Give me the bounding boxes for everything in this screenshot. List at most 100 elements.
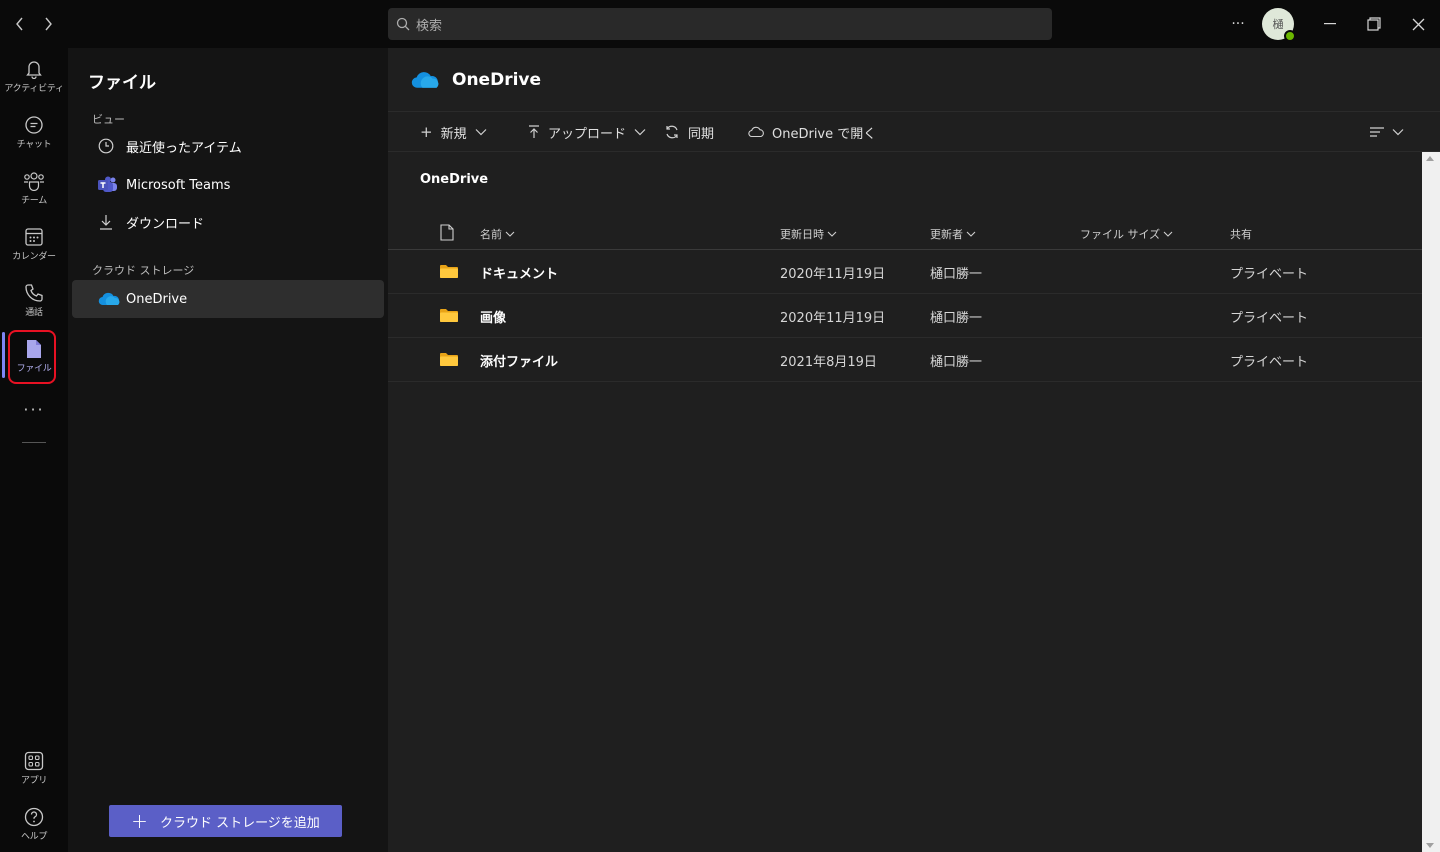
- file-modified: 2021年8月19日: [780, 354, 877, 370]
- title-bar: 検索 ··· 樋: [0, 0, 1440, 48]
- avatar-initial: 樋: [1272, 18, 1284, 31]
- table-row[interactable]: 画像 2020年11月19日 樋口勝一 プライベート: [388, 294, 1422, 338]
- column-header-modified[interactable]: 更新日時: [780, 226, 837, 242]
- view-item-label: ダウンロード: [126, 216, 205, 232]
- table-row[interactable]: ドキュメント 2020年11月19日 樋口勝一 プライベート: [388, 250, 1422, 294]
- add-cloud-storage-button[interactable]: + クラウド ストレージを追加: [109, 805, 342, 837]
- file-modified: 2020年11月19日: [780, 266, 886, 282]
- plus-icon: +: [131, 809, 148, 833]
- search-input[interactable]: 検索: [388, 8, 1052, 40]
- rail-label: チャット: [16, 139, 52, 150]
- rail-item-activity[interactable]: アクティビティ: [0, 48, 68, 104]
- rail-label: 通話: [25, 307, 43, 318]
- scroll-up-arrow-icon[interactable]: [1426, 156, 1434, 161]
- file-sharing: プライベート: [1230, 266, 1309, 282]
- help-icon: [24, 807, 44, 826]
- add-storage-label: クラウド ストレージを追加: [159, 815, 320, 831]
- rail-divider: [22, 442, 46, 443]
- file-name[interactable]: ドキュメント: [480, 250, 558, 294]
- back-arrow-icon[interactable]: [8, 12, 32, 36]
- restore-icon[interactable]: [1362, 12, 1386, 36]
- column-header-label: ファイル サイズ: [1080, 228, 1161, 241]
- chat-icon: [25, 115, 43, 134]
- cloud-section-label: クラウド ストレージ: [92, 264, 195, 277]
- rail-item-calendar[interactable]: カレンダー: [0, 216, 68, 272]
- open-label: OneDrive で開く: [772, 126, 877, 142]
- scroll-down-arrow-icon[interactable]: [1426, 843, 1434, 848]
- file-sharing: プライベート: [1230, 310, 1309, 326]
- more-options-button[interactable]: ···: [1226, 12, 1250, 36]
- download-icon: [98, 214, 120, 230]
- view-item-label: 最近使ったアイテム: [126, 140, 242, 156]
- folder-icon: [440, 309, 458, 322]
- new-button[interactable]: + 新規: [420, 112, 487, 152]
- file-name[interactable]: 添付ファイル: [480, 338, 558, 382]
- minimize-icon[interactable]: [1318, 12, 1342, 36]
- column-header-modified-by[interactable]: 更新者: [930, 226, 976, 242]
- file-name[interactable]: 画像: [480, 294, 506, 338]
- sync-icon: [666, 125, 678, 139]
- avatar[interactable]: 樋: [1262, 8, 1296, 42]
- rail-label: チーム: [21, 195, 47, 206]
- file-modified-by: 樋口勝一: [930, 266, 983, 282]
- table-header: 名前 更新日時 更新者 ファイル サイズ 共有: [388, 220, 1422, 250]
- chevron-down-icon: [827, 231, 837, 237]
- view-item-recent[interactable]: 最近使ったアイテム: [72, 128, 384, 164]
- chevron-down-icon: [505, 231, 515, 237]
- rail-label: アクティビティ: [4, 83, 64, 94]
- rail-label: アプリ: [20, 775, 48, 786]
- column-header-label: 更新日時: [780, 228, 824, 241]
- plus-icon: +: [420, 123, 433, 141]
- rail-label: カレンダー: [12, 251, 56, 262]
- column-header-label: 共有: [1230, 228, 1252, 241]
- file-sharing: プライベート: [1230, 354, 1309, 370]
- new-label: 新規: [440, 126, 467, 142]
- folder-icon: [440, 265, 458, 278]
- column-header-size[interactable]: ファイル サイズ: [1080, 226, 1173, 242]
- upload-icon: [529, 125, 539, 138]
- rail-item-chat[interactable]: チャット: [0, 104, 68, 160]
- apps-icon: [24, 751, 44, 770]
- panel-title: ファイル: [88, 73, 156, 93]
- vertical-scrollbar[interactable]: [1422, 152, 1440, 852]
- files-highlight-box: [8, 330, 56, 384]
- file-type-header-icon[interactable]: [440, 224, 454, 241]
- onedrive-icon: [411, 71, 439, 88]
- teams-icon: [24, 171, 44, 191]
- sync-button[interactable]: 同期: [664, 112, 714, 152]
- column-header-sharing[interactable]: 共有: [1230, 226, 1252, 242]
- list-view-icon: [1370, 127, 1384, 137]
- view-item-downloads[interactable]: ダウンロード: [72, 204, 384, 240]
- file-modified-by: 樋口勝一: [930, 310, 983, 326]
- chevron-down-icon: [1392, 129, 1404, 136]
- rail-item-teams[interactable]: チーム: [0, 160, 68, 216]
- cloud-item-label: OneDrive: [126, 291, 188, 307]
- view-options-button[interactable]: [1370, 112, 1404, 152]
- main-content: OneDrive + 新規 アップロード 同期 OneDrive で開く One…: [388, 48, 1440, 852]
- table-row[interactable]: 添付ファイル 2021年8月19日 樋口勝一 プライベート: [388, 338, 1422, 382]
- close-icon[interactable]: [1406, 12, 1430, 36]
- cloud-item-onedrive[interactable]: OneDrive: [72, 280, 384, 318]
- page-title: OneDrive: [452, 69, 542, 90]
- open-in-onedrive-button[interactable]: OneDrive で開く: [748, 112, 876, 152]
- bell-icon: [26, 60, 42, 79]
- breadcrumb[interactable]: OneDrive: [420, 172, 488, 187]
- search-placeholder: 検索: [416, 18, 443, 34]
- view-item-microsoft-teams[interactable]: Microsoft Teams: [72, 167, 384, 203]
- chevron-down-icon: [1163, 231, 1173, 237]
- column-header-name[interactable]: 名前: [480, 226, 515, 242]
- upload-button[interactable]: アップロード: [528, 112, 646, 152]
- app-rail: アクティビティ チャット チーム カレンダー 通話 ファイル ··· アプリ ヘ…: [0, 48, 68, 852]
- rail-item-help[interactable]: ヘルプ: [0, 796, 68, 852]
- rail-label: ヘルプ: [20, 831, 48, 842]
- search-icon: [396, 17, 410, 31]
- file-modified: 2020年11月19日: [780, 310, 886, 326]
- forward-arrow-icon[interactable]: [36, 12, 60, 36]
- more-apps-button[interactable]: ···: [0, 400, 68, 419]
- column-header-label: 名前: [480, 228, 502, 241]
- calendar-icon: [25, 227, 43, 246]
- rail-item-apps[interactable]: アプリ: [0, 740, 68, 796]
- rail-item-calls[interactable]: 通話: [0, 272, 68, 328]
- sync-label: 同期: [688, 126, 715, 142]
- chevron-down-icon: [475, 129, 487, 136]
